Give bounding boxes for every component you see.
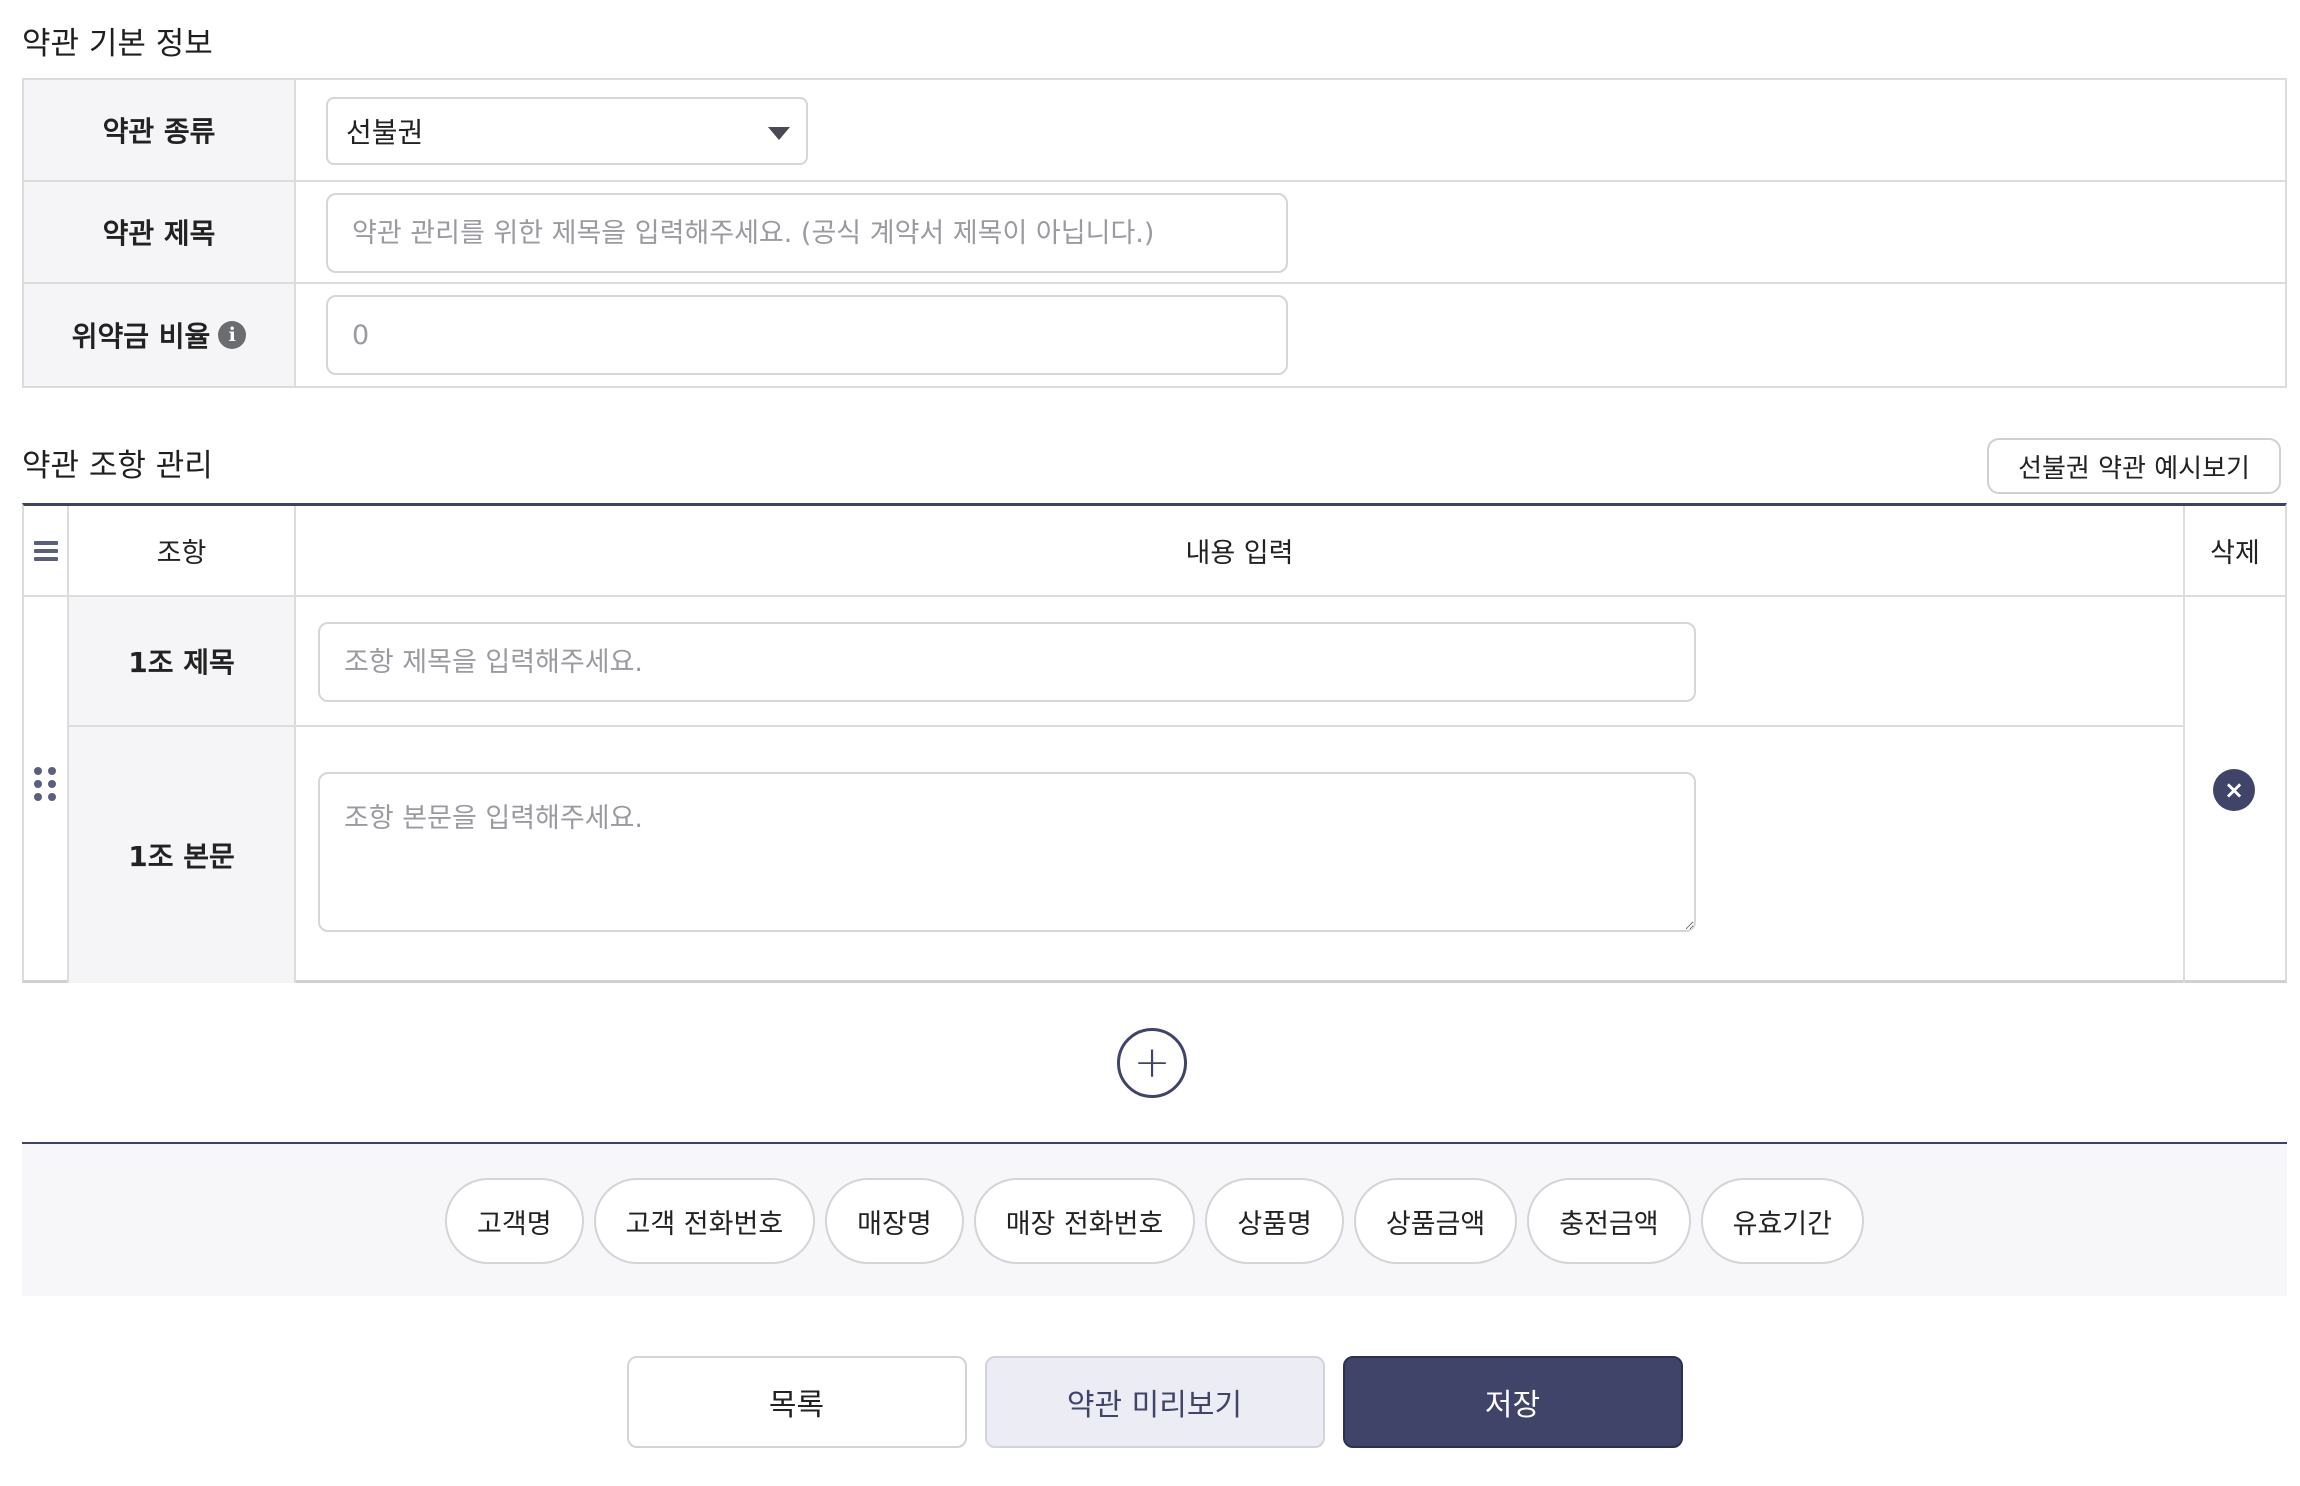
variable-chip[interactable]: 유효기간 xyxy=(1700,1178,1864,1264)
terms-type-label: 약관 종류 xyxy=(24,80,296,180)
clause-table: 조항 내용 입력 삭제 1조 제목 1조 본문 × xyxy=(22,503,2287,983)
basic-info-title: 약관 기본 정보 xyxy=(22,26,213,62)
terms-type-value: 선불권 xyxy=(346,116,424,149)
basic-info-table: 약관 종류 선불권 약관 제목 위약금 비율 i xyxy=(22,78,2287,388)
variable-bar: 고객명 고객 전화번호 매장명 매장 전화번호 상품명 상품금액 충전금액 유효… xyxy=(22,1142,2287,1296)
terms-title-row: 약관 제목 xyxy=(24,182,2285,284)
variable-chip[interactable]: 상품금액 xyxy=(1353,1178,1518,1264)
variable-chip[interactable]: 매장 전화번호 xyxy=(973,1178,1196,1264)
add-clause-button[interactable]: + xyxy=(1117,1028,1187,1098)
terms-type-cell: 선불권 xyxy=(296,80,2285,180)
clause-table-header: 조항 내용 입력 삭제 xyxy=(24,506,2285,597)
variable-chip[interactable]: 고객 전화번호 xyxy=(593,1178,816,1264)
clause-title-input[interactable] xyxy=(318,622,1696,702)
penalty-cell xyxy=(296,284,2285,386)
penalty-input[interactable] xyxy=(326,295,1288,375)
example-preview-button[interactable]: 선불권 약관 예시보기 xyxy=(1987,438,2281,494)
info-icon[interactable]: i xyxy=(218,321,247,349)
penalty-label: 위약금 비율 xyxy=(71,320,211,353)
close-icon[interactable]: × xyxy=(2213,769,2255,811)
terms-title-label: 약관 제목 xyxy=(24,182,296,282)
header-content: 내용 입력 xyxy=(296,506,2185,595)
variable-chip[interactable]: 충전금액 xyxy=(1527,1178,1691,1264)
terms-title-input[interactable] xyxy=(326,193,1288,273)
clause-title-row: 1조 제목 xyxy=(69,597,2185,727)
preview-button[interactable]: 약관 미리보기 xyxy=(984,1356,1325,1448)
terms-type-select[interactable]: 선불권 xyxy=(326,97,808,165)
variable-chip-list: 고객명 고객 전화번호 매장명 매장 전화번호 상품명 상품금액 충전금액 유효… xyxy=(22,1178,2287,1264)
clause-row-group: 1조 제목 1조 본문 × xyxy=(24,597,2285,983)
variable-chip[interactable]: 매장명 xyxy=(825,1178,964,1264)
clause-body-row: 1조 본문 xyxy=(69,727,2185,983)
action-buttons: 목록 약관 미리보기 저장 xyxy=(22,1356,2287,1448)
hamburger-icon xyxy=(33,537,58,565)
penalty-row: 위약금 비율 i xyxy=(24,284,2285,386)
header-drag-cell xyxy=(24,506,69,595)
header-clause: 조항 xyxy=(69,506,296,595)
header-delete: 삭제 xyxy=(2210,538,2260,569)
clause-section-title: 약관 조항 관리 xyxy=(22,448,213,484)
variable-chip[interactable]: 고객명 xyxy=(445,1178,584,1264)
penalty-label-cell: 위약금 비율 i xyxy=(24,284,296,386)
clause-body-textarea[interactable] xyxy=(318,772,1696,932)
variable-chip[interactable]: 상품명 xyxy=(1205,1178,1344,1264)
clause-title-label: 1조 제목 xyxy=(69,597,296,725)
clause-body-label: 1조 본문 xyxy=(69,727,296,983)
drag-cell xyxy=(24,597,69,983)
terms-type-row: 약관 종류 선불권 xyxy=(24,80,2285,182)
chevron-down-icon xyxy=(768,127,790,140)
save-button[interactable]: 저장 xyxy=(1342,1356,1683,1448)
terms-title-cell xyxy=(296,182,2285,282)
delete-cell: × xyxy=(2185,597,2285,983)
list-button[interactable]: 목록 xyxy=(626,1356,967,1448)
drag-handle-icon[interactable] xyxy=(34,767,56,801)
